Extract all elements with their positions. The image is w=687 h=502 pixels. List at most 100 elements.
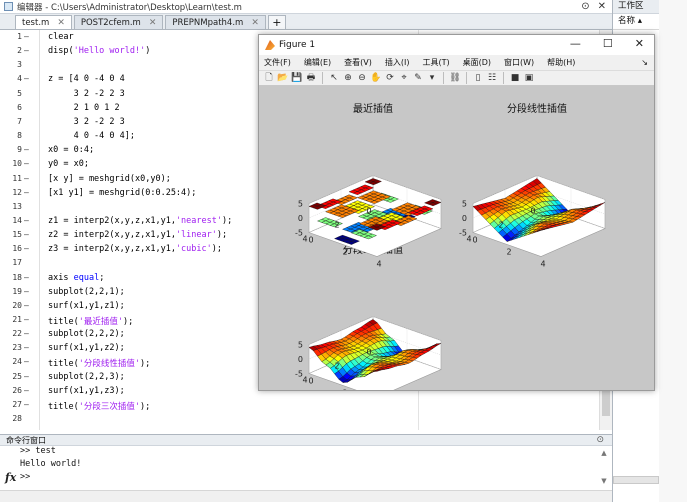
breakpoint-marker[interactable]: — [24, 159, 29, 168]
breakpoint-marker[interactable]: — [24, 301, 29, 310]
save-icon[interactable]: 💾 [291, 72, 303, 84]
code-line[interactable]: surf(x1,y1,z2); [48, 343, 125, 353]
breakpoint-marker[interactable]: — [24, 145, 29, 154]
new-figure-icon[interactable]: 🗋 [263, 72, 275, 84]
menu-view[interactable]: 查看(V) [344, 57, 372, 68]
breakpoint-marker[interactable]: — [24, 287, 29, 296]
code-line[interactable]: z2 = interp2(x,y,z,x1,y1,'linear'); [48, 230, 227, 240]
code-line[interactable]: axis equal; [48, 273, 104, 283]
tab-post2cfem-m[interactable]: POST2cfem.m ✕ [73, 15, 164, 29]
breakpoint-marker[interactable]: — [24, 357, 29, 366]
code-line[interactable]: x0 = 0:4; [48, 145, 94, 155]
tab-prepnmpath4-m[interactable]: PREPNMpath4.m ✕ [165, 15, 266, 29]
y-tick-label: 2 [334, 362, 339, 371]
editor-close-icon[interactable]: ✕ [598, 1, 606, 12]
breakpoint-marker[interactable]: — [24, 372, 29, 381]
menu-help[interactable]: 帮助(H) [547, 57, 575, 68]
code-line[interactable]: title('分段线性插值'); [48, 357, 150, 369]
collapse-icon[interactable]: ⊙ [596, 435, 604, 446]
code-line[interactable]: 4 0 -4 0 4]; [48, 131, 135, 141]
tab-test-m[interactable]: test.m ✕ [15, 15, 72, 29]
breakpoint-marker[interactable]: — [24, 273, 29, 282]
code-line[interactable]: z1 = interp2(x,y,z,x1,y1,'nearest'); [48, 216, 232, 226]
hide-plot-tools-icon[interactable]: ■ [509, 72, 521, 84]
zoom-in-icon[interactable]: ⊕ [342, 72, 354, 84]
minimize-icon[interactable]: — [570, 37, 581, 50]
insert-colorbar-icon[interactable]: ▯ [472, 72, 484, 84]
tab-label: PREPNMpath4.m [172, 17, 244, 28]
breakpoint-marker[interactable]: — [24, 216, 29, 225]
code-line[interactable]: surf(x1,y1,z3); [48, 386, 125, 396]
brush-icon[interactable]: ✎ [412, 72, 424, 84]
line-number: 1 [17, 32, 22, 41]
code-line[interactable]: subplot(2,2,1); [48, 287, 125, 297]
code-line[interactable]: z = [4 0 -4 0 4 [48, 74, 125, 84]
menu-file[interactable]: 文件(F) [264, 57, 291, 68]
close-icon[interactable]: ✕ [635, 37, 644, 50]
tab-label: POST2cfem.m [80, 17, 141, 28]
toolbar-separator [443, 72, 444, 84]
breakpoint-marker[interactable]: — [24, 174, 29, 183]
code-line[interactable]: clear [48, 32, 74, 42]
breakpoint-marker[interactable]: — [24, 400, 29, 409]
scroll-down-icon[interactable]: ▼ [598, 474, 610, 488]
code-line[interactable]: z3 = interp2(x,y,z,x1,y1,'cubic'); [48, 244, 222, 254]
command-scrollbar[interactable]: ▲ ▼ [598, 446, 610, 490]
close-tab-icon[interactable]: ✕ [57, 18, 65, 28]
breakpoint-marker[interactable]: — [24, 188, 29, 197]
pan-hand-icon[interactable]: ✋ [370, 72, 382, 84]
command-prompt[interactable]: >> [20, 472, 30, 482]
breakpoint-marker[interactable]: — [24, 230, 29, 239]
menu-desktop[interactable]: 桌面(D) [463, 57, 491, 68]
menu-edit[interactable]: 编辑(E) [304, 57, 331, 68]
menu-window[interactable]: 窗口(W) [504, 57, 534, 68]
breakpoint-marker[interactable]: — [24, 32, 29, 41]
code-line[interactable]: [x1 y1] = meshgrid(0:0.25:4); [48, 188, 196, 198]
code-line[interactable]: y0 = x0; [48, 159, 89, 169]
line-number: 5 [17, 88, 22, 98]
breakpoint-marker[interactable]: — [24, 315, 29, 324]
code-line[interactable]: 3 2 -2 2 3 [48, 89, 125, 99]
insert-legend-icon[interactable]: ☷ [486, 72, 498, 84]
code-line[interactable]: subplot(2,2,2); [48, 329, 125, 339]
close-tab-icon[interactable]: ✕ [251, 18, 259, 28]
code-line[interactable]: surf(x1,y1,z1); [48, 301, 125, 311]
code-line[interactable]: 2 1 0 1 2 [48, 103, 120, 113]
code-line[interactable]: disp('Hello world!') [48, 46, 150, 56]
menu-tools[interactable]: 工具(T) [422, 57, 449, 68]
open-file-icon[interactable]: 📂 [277, 72, 289, 84]
add-tab-button[interactable]: + [267, 15, 286, 29]
code-line[interactable]: title('最近插值'); [48, 315, 133, 327]
y-tick-label: 4 [302, 235, 307, 244]
line-number: 21 [12, 315, 22, 324]
show-plot-tools-icon[interactable]: ▣ [523, 72, 535, 84]
code-line[interactable]: title('分段三次插值'); [48, 400, 150, 412]
code-line[interactable]: subplot(2,2,3); [48, 372, 125, 382]
data-cursor-icon[interactable]: ⌖ [398, 72, 410, 84]
zoom-out-icon[interactable]: ⊖ [356, 72, 368, 84]
breakpoint-marker[interactable]: — [24, 74, 29, 83]
code-line[interactable]: 3 2 -2 2 3 [48, 117, 125, 127]
link-plot-icon[interactable]: ⛓ [449, 72, 461, 84]
breakpoint-marker[interactable]: — [24, 386, 29, 395]
breakpoint-marker[interactable]: — [24, 329, 29, 338]
command-window[interactable]: >> test Hello world! >> [0, 446, 612, 490]
rotate-3d-icon[interactable]: ⟳ [384, 72, 396, 84]
workspace-scrollbar[interactable] [613, 476, 659, 484]
scroll-up-icon[interactable]: ▲ [598, 446, 610, 460]
figure-canvas[interactable]: 最近插值 分段线性插值 分段三次插值 50-500224450-50022445… [259, 86, 654, 390]
figure-window[interactable]: Figure 1 — ☐ ✕ 文件(F) 编辑(E) 查看(V) 插入(I) 工… [258, 34, 655, 391]
breakpoint-marker[interactable]: — [24, 46, 29, 55]
breakpoint-marker[interactable]: — [24, 244, 29, 253]
print-icon[interactable]: 🖶 [305, 72, 317, 84]
fx-icon[interactable]: fx [5, 471, 16, 484]
brush-dropdown-icon[interactable]: ▾ [426, 72, 438, 84]
edit-plot-arrow-icon[interactable]: ↖ [328, 72, 340, 84]
maximize-icon[interactable]: ☐ [603, 37, 613, 50]
breakpoint-marker[interactable]: — [24, 343, 29, 352]
menu-insert[interactable]: 插入(I) [385, 57, 410, 68]
close-tab-icon[interactable]: ✕ [149, 18, 157, 28]
editor-help-icon[interactable]: ⊙ [581, 1, 589, 12]
dock-arrow-icon[interactable]: ↘ [641, 58, 648, 67]
code-line[interactable]: [x y] = meshgrid(x0,y0); [48, 174, 171, 184]
